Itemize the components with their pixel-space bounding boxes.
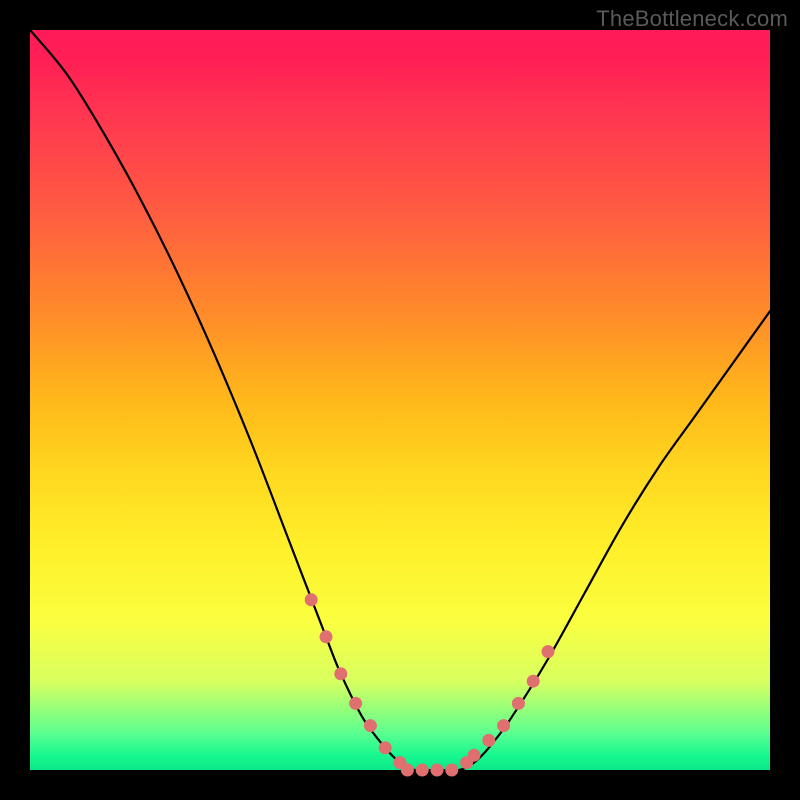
sample-dot bbox=[305, 593, 318, 606]
sample-dot bbox=[431, 764, 444, 777]
sample-dot bbox=[334, 667, 347, 680]
sample-dot bbox=[320, 630, 333, 643]
sample-dot bbox=[482, 734, 495, 747]
sample-dot bbox=[542, 645, 555, 658]
sample-dot bbox=[512, 697, 525, 710]
sample-dot bbox=[379, 741, 392, 754]
chart-frame: TheBottleneck.com bbox=[0, 0, 800, 800]
sample-dot bbox=[497, 719, 510, 732]
sample-dot bbox=[364, 719, 377, 732]
sample-dots bbox=[305, 593, 555, 776]
sample-dot bbox=[527, 675, 540, 688]
bottleneck-curve bbox=[30, 30, 770, 771]
sample-dot bbox=[416, 764, 429, 777]
watermark-text: TheBottleneck.com bbox=[596, 6, 788, 32]
sample-dot bbox=[401, 764, 414, 777]
chart-svg bbox=[30, 30, 770, 770]
plot-area bbox=[30, 30, 770, 770]
sample-dot bbox=[468, 749, 481, 762]
sample-dot bbox=[445, 764, 458, 777]
sample-dot bbox=[349, 697, 362, 710]
